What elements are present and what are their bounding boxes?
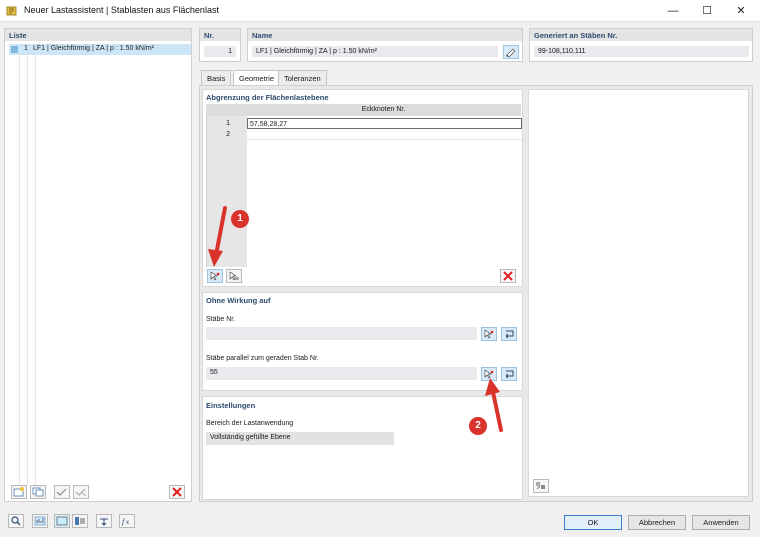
list-item-number: 1: [24, 45, 28, 52]
pick-surface-icon: [229, 271, 239, 281]
delete-row-button[interactable]: [500, 269, 516, 283]
name-label: Name: [248, 29, 522, 41]
members-input[interactable]: [206, 327, 477, 340]
number-field[interactable]: 1: [204, 46, 236, 57]
color-box-icon: [56, 516, 68, 526]
grid-row-number: 2: [207, 129, 247, 140]
generated-panel: Generiert an Stäben Nr. 99-108,110,111: [529, 28, 753, 62]
list-header: Liste: [5, 29, 191, 41]
annotation-arrow-2: [485, 378, 503, 432]
grid-body: 1 57,58,28,27 2: [206, 116, 522, 267]
load-icon: [100, 518, 108, 526]
apply-button[interactable]: Anwenden: [692, 515, 750, 530]
list-panel: Liste 1 LF1 | Gleichförmig | ZA | p : 1.…: [4, 28, 192, 502]
range-label: Bereich der Lastanwendung: [206, 420, 294, 427]
tab-basis[interactable]: Basis: [201, 70, 232, 85]
annotation-badge-2: 2: [469, 417, 487, 435]
generated-field: 99-108,110,111: [534, 46, 749, 57]
color-button[interactable]: [54, 514, 70, 528]
parallel-members-input[interactable]: 55: [206, 367, 477, 380]
number-label: Nr.: [200, 29, 240, 41]
annotation-badge-1: 1: [231, 210, 249, 228]
check-icon: [56, 488, 67, 496]
search-icon: [11, 516, 21, 526]
annotation-arrow-1: [208, 206, 227, 267]
edit-name-button[interactable]: [503, 45, 519, 59]
copy-icon: [32, 487, 44, 497]
maximize-button[interactable]: ☐: [690, 0, 724, 22]
pick-members-button[interactable]: [481, 327, 497, 341]
pick-nodes-button[interactable]: [207, 269, 223, 283]
uncheck-icon: [75, 488, 87, 497]
title-bar: Neuer Lastassistent | Stablasten aus Flä…: [0, 0, 760, 22]
name-panel: Name LF1 | Gleichförmig | ZA | p : 1.50 …: [247, 28, 523, 62]
pick-arrow-icon: [484, 329, 494, 339]
range-field: Vollständig gefüllte Ebene: [206, 432, 394, 445]
settings-section: [202, 396, 523, 500]
delete-icon: [172, 487, 182, 497]
close-button[interactable]: ✕: [724, 0, 758, 22]
settings-title: Einstellungen: [206, 401, 256, 410]
preview-icon: [536, 482, 545, 490]
name-field[interactable]: LF1 | Gleichförmig | ZA | p : 1.50 kN/m²: [252, 46, 498, 57]
load-button[interactable]: [96, 514, 112, 528]
new-item-button[interactable]: [11, 485, 27, 499]
grid-cell[interactable]: [247, 129, 522, 140]
reset-members-button[interactable]: [501, 327, 517, 341]
number-panel: Nr. 1: [199, 28, 241, 62]
tab-geometrie[interactable]: Geometrie: [233, 70, 281, 86]
copy-item-button[interactable]: [30, 485, 46, 499]
tab-toleranzen[interactable]: Toleranzen: [278, 70, 327, 85]
color-swatch: [11, 46, 18, 53]
no-effect-title: Ohne Wirkung auf: [206, 296, 271, 305]
new-item-icon: [13, 487, 24, 497]
view-icon: [75, 517, 85, 525]
ok-button[interactable]: OK: [564, 515, 622, 530]
tree-guide-line: [19, 55, 20, 485]
delete-icon: [503, 271, 513, 281]
delete-item-button[interactable]: [169, 485, 185, 499]
members-label: Stäbe Nr.: [206, 316, 236, 323]
pick-surface-button[interactable]: [226, 269, 242, 283]
return-arrow-icon: [505, 330, 514, 339]
grid-column-header: Eckknoten Nr.: [361, 106, 406, 113]
generated-label: Generiert an Stäben Nr.: [530, 29, 752, 41]
view-button[interactable]: [72, 514, 88, 528]
cancel-button[interactable]: Abbrechen: [628, 515, 686, 530]
svg-text:x: x: [126, 520, 129, 526]
list-item[interactable]: 1 LF1 | Gleichförmig | ZA | p : 1.50 kN/…: [9, 44, 191, 55]
parallel-members-label: Stäbe parallel zum geraden Stab Nr.: [206, 355, 319, 362]
units-icon: [34, 516, 46, 526]
grid-cell[interactable]: 57,58,28,27: [247, 118, 522, 129]
grid-header: Eckknoten Nr.: [206, 104, 521, 116]
check-all-button[interactable]: [54, 485, 70, 499]
window-title: Neuer Lastassistent | Stablasten aus Flä…: [24, 5, 219, 15]
formula-button[interactable]: fx: [119, 514, 135, 528]
list-item-label: LF1 | Gleichförmig | ZA | p : 1.50 kN/m²: [33, 45, 154, 52]
units-button[interactable]: [32, 514, 48, 528]
search-button[interactable]: [8, 514, 24, 528]
formula-icon: fx: [122, 517, 129, 526]
pick-arrow-icon: [210, 271, 220, 281]
uncheck-all-button[interactable]: [73, 485, 89, 499]
grid-row-number: 1: [207, 118, 247, 129]
preview-options-button[interactable]: [533, 479, 549, 493]
minimize-button[interactable]: —: [656, 0, 690, 22]
app-icon: [6, 6, 17, 16]
boundary-title: Abgrenzung der Flächenlastebene: [206, 93, 329, 102]
preview-panel: [528, 89, 749, 497]
tree-guide-line: [27, 55, 28, 485]
edit-icon: [506, 48, 516, 57]
tree-guide-line: [35, 55, 36, 485]
